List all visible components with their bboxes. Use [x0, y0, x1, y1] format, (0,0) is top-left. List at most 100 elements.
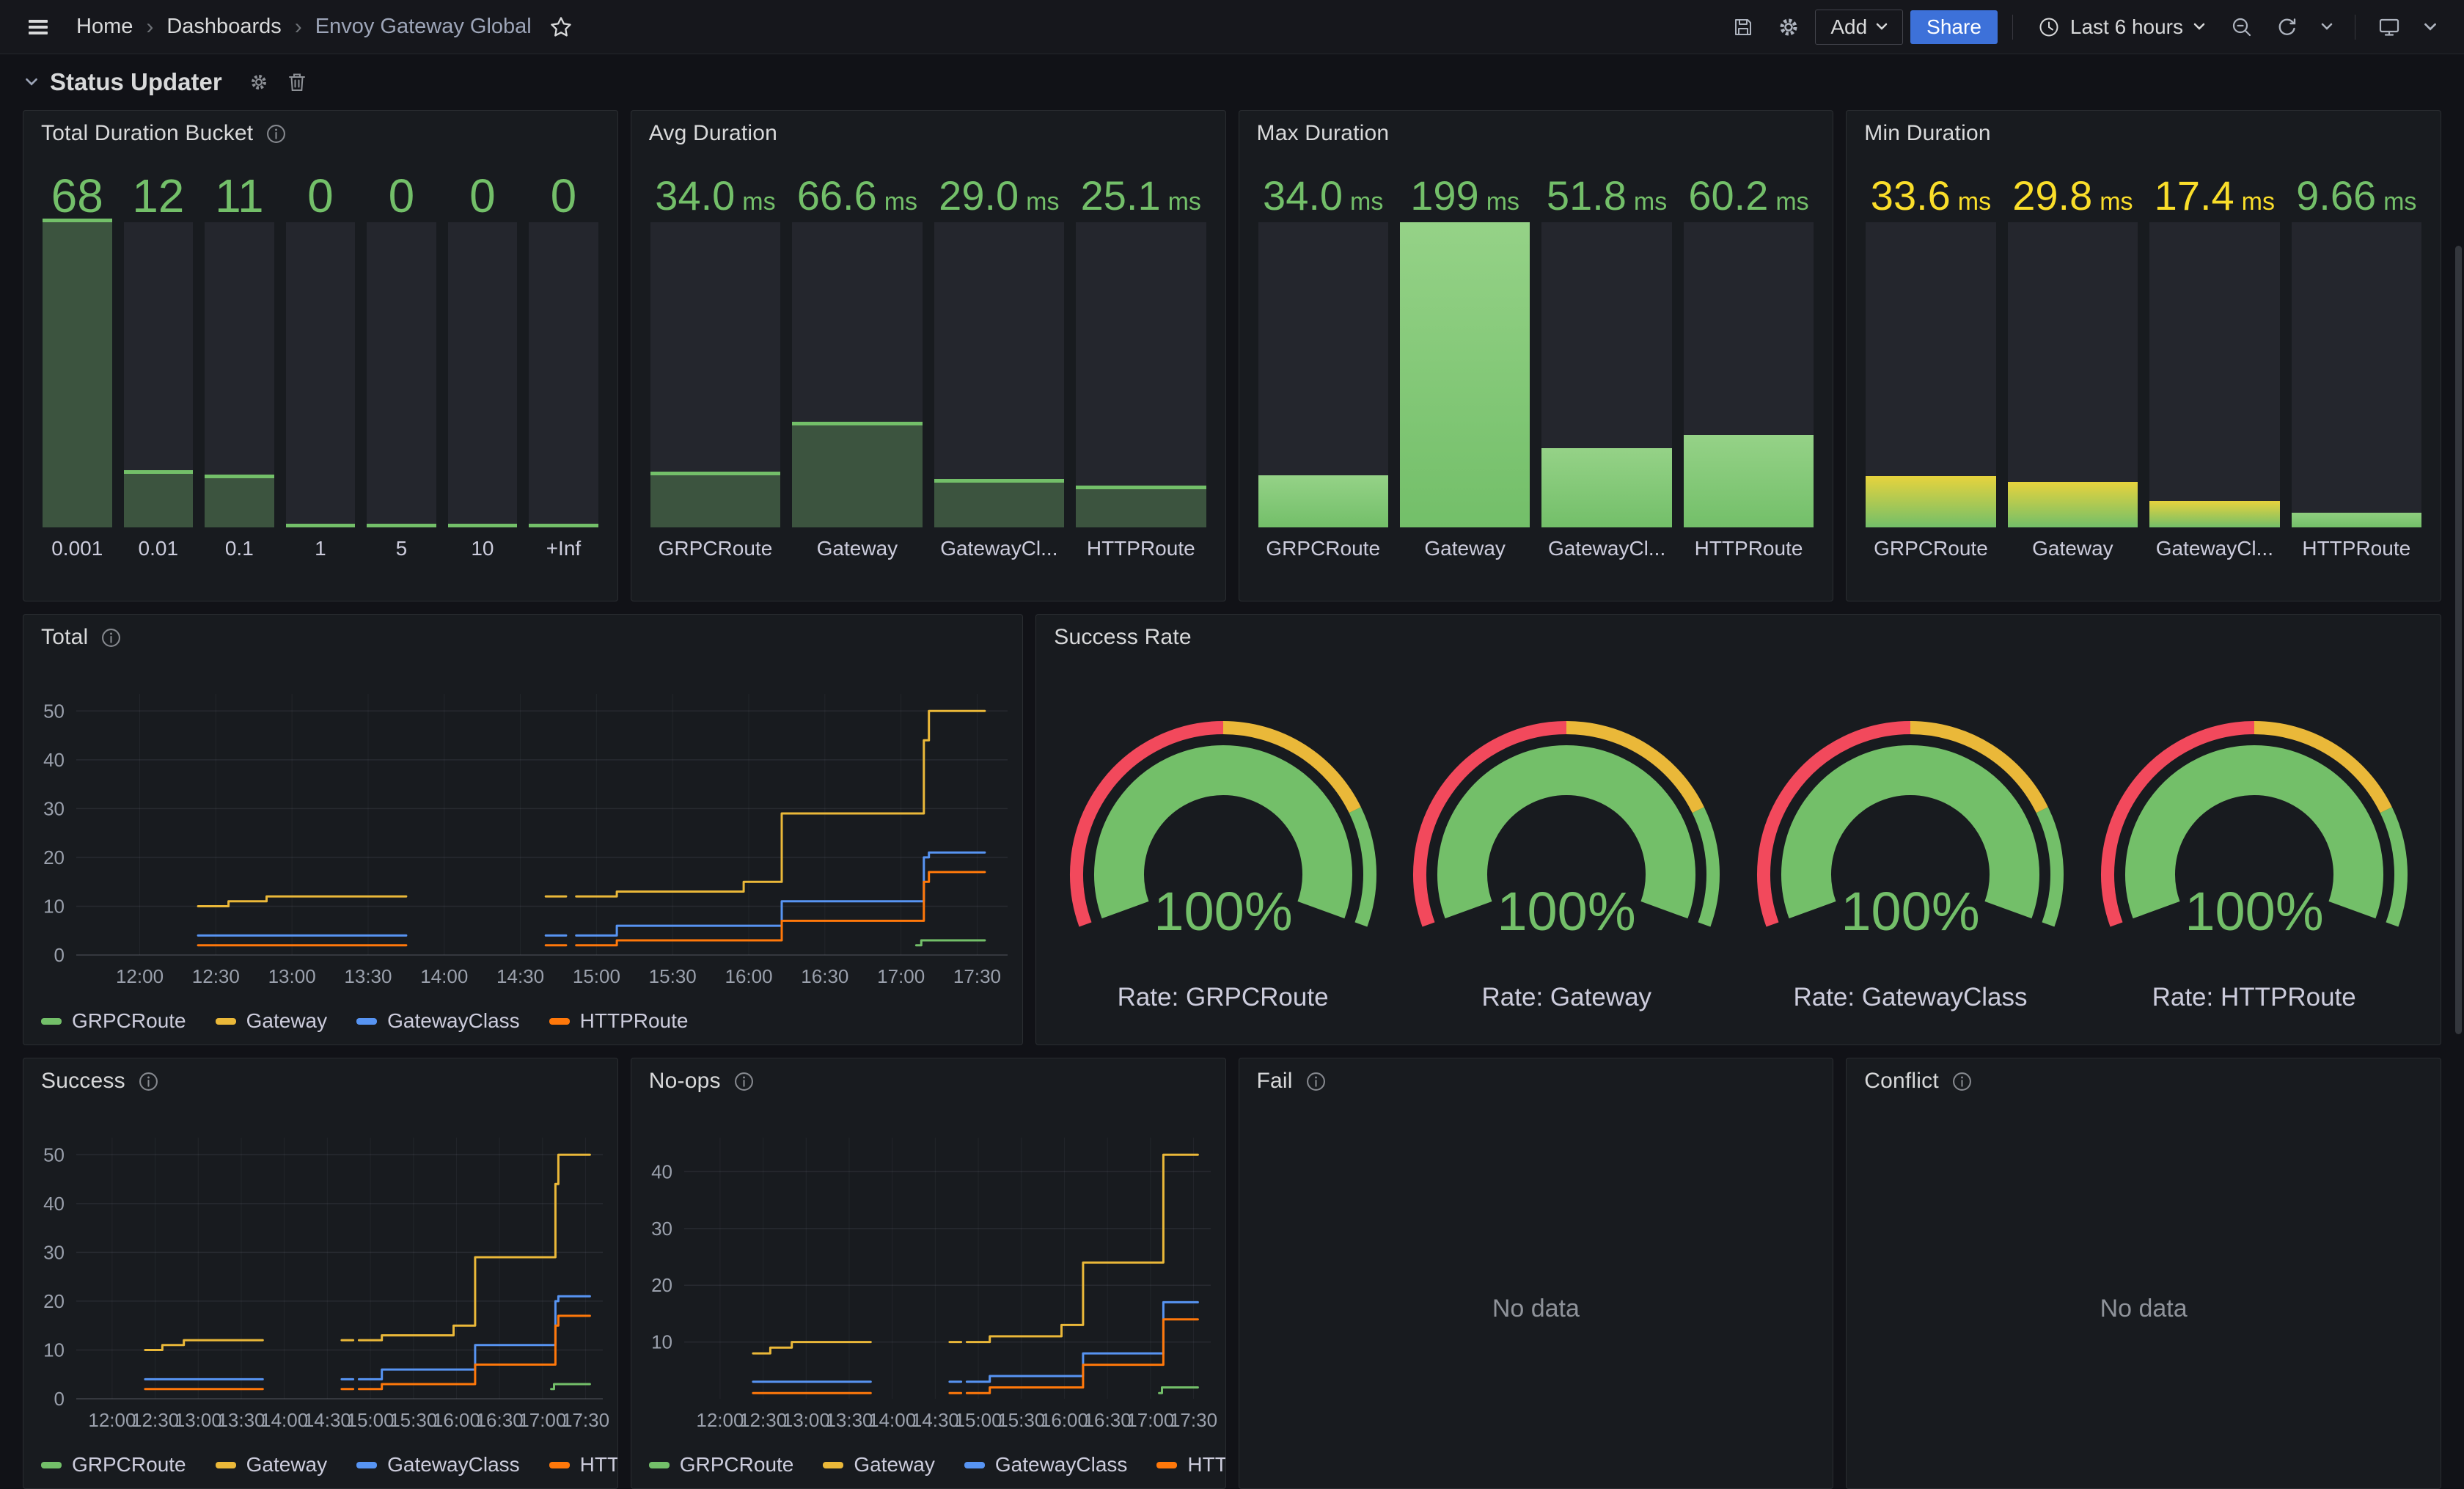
- legend-swatch: [356, 1462, 377, 1468]
- bar-gauge-value: 60.2ms: [1684, 172, 1814, 219]
- bar-gauge-unit: ms: [2100, 178, 2133, 225]
- breadcrumb-home[interactable]: Home: [76, 15, 133, 39]
- x-axis-tick-label: 12:00: [88, 1409, 136, 1431]
- bar-gauge-track: [1258, 222, 1388, 527]
- legend-item-HTTPRoute[interactable]: HTTPRoute: [1156, 1453, 1225, 1477]
- bar-gauge-unit: ms: [1634, 178, 1667, 225]
- dashboard-settings-gear-icon[interactable]: [1770, 8, 1808, 46]
- legend-item-HTTPRoute[interactable]: HTTPRoute: [549, 1009, 689, 1033]
- add-button-label: Add: [1830, 15, 1867, 39]
- refresh-interval-chevron-icon[interactable]: [2314, 8, 2340, 46]
- panel-header[interactable]: Total Duration Bucket: [41, 121, 286, 146]
- info-icon[interactable]: [1952, 1072, 1972, 1091]
- panel-header[interactable]: Total: [41, 625, 121, 650]
- share-button[interactable]: Share: [1910, 10, 1998, 44]
- x-axis-tick-label: 16:00: [1041, 1409, 1088, 1431]
- bar-gauge-column: 33.6msGRPCRoute: [1866, 172, 1995, 563]
- bar-gauge-track: [1684, 222, 1814, 527]
- info-icon[interactable]: [139, 1072, 158, 1091]
- clock-icon: [2038, 16, 2060, 38]
- legend-swatch: [356, 1018, 377, 1025]
- page-scrollbar-thumb[interactable]: [2455, 246, 2462, 1034]
- x-axis-tick-label: 15:30: [649, 965, 697, 987]
- legend-item-GRPCRoute[interactable]: GRPCRoute: [41, 1453, 186, 1477]
- bar-gauge-track: [2149, 222, 2279, 527]
- zoom-out-icon[interactable]: [2223, 8, 2261, 46]
- x-axis-tick-label: 16:30: [1083, 1409, 1131, 1431]
- panel-header[interactable]: Conflict: [1864, 1069, 1972, 1094]
- x-axis-tick-label: 17:00: [1126, 1409, 1174, 1431]
- bar-gauge-fill: [2008, 482, 2138, 527]
- noops-chart[interactable]: 12:0012:3013:0013:3014:0014:3015:0015:30…: [640, 1102, 1217, 1434]
- panel-header[interactable]: Success Rate: [1054, 625, 1191, 650]
- time-range-picker[interactable]: Last 6 hours: [2028, 10, 2215, 44]
- legend-item-HTTPRoute[interactable]: HTTPRoute: [549, 1453, 618, 1477]
- favorite-star-icon[interactable]: [545, 11, 577, 43]
- total-chart[interactable]: 12:0012:3013:0013:3014:0014:3015:0015:30…: [32, 659, 1013, 990]
- breadcrumb-dashboards[interactable]: Dashboards: [166, 15, 281, 39]
- bar-gauge-group: 34.0msGRPCRoute66.6msGateway29.0msGatewa…: [650, 172, 1206, 563]
- hamburger-menu-icon[interactable]: [19, 8, 57, 46]
- bar-gauge-value: 29.8ms: [2008, 172, 2138, 219]
- panel-header[interactable]: No-ops: [649, 1069, 754, 1094]
- panel-header[interactable]: Success: [41, 1069, 158, 1094]
- legend-item-GRPCRoute[interactable]: GRPCRoute: [41, 1009, 186, 1033]
- bar-gauge-label: +Inf: [529, 535, 598, 563]
- bar-gauge-value: 66.6ms: [792, 172, 922, 219]
- bar-gauge-track: [367, 222, 436, 527]
- bar-gauge-column: 29.8msGateway: [2008, 172, 2138, 563]
- legend-item-Gateway[interactable]: Gateway: [823, 1453, 935, 1477]
- info-icon[interactable]: [101, 628, 121, 648]
- x-axis-tick-label: 13:00: [175, 1409, 222, 1431]
- panel-avg-duration: Avg Duration 34.0msGRPCRoute66.6msGatewa…: [631, 110, 1226, 601]
- toolbar-divider: [2012, 15, 2013, 40]
- panel-max-duration: Max Duration 34.0msGRPCRoute199msGateway…: [1239, 110, 1834, 601]
- legend-swatch: [823, 1462, 843, 1468]
- legend-swatch: [549, 1462, 570, 1468]
- save-dashboard-icon[interactable]: [1724, 8, 1762, 46]
- legend-item-GatewayClass[interactable]: GatewayClass: [356, 1009, 520, 1033]
- info-icon[interactable]: [1306, 1072, 1326, 1091]
- info-icon[interactable]: [734, 1072, 754, 1091]
- info-icon[interactable]: [266, 124, 286, 144]
- bar-gauge-fill: [43, 219, 112, 527]
- panel-header[interactable]: Min Duration: [1864, 121, 1990, 146]
- bar-gauge-column: 66.6msGateway: [792, 172, 922, 563]
- bar-gauge-value: 0: [448, 172, 518, 219]
- gauge-label: Rate: GatewayClass: [1793, 983, 2027, 1012]
- gauge-value: 100%: [1154, 881, 1292, 942]
- toolbar-more-chevron-icon[interactable]: [2416, 8, 2445, 46]
- bar-gauge-label: GatewayCl...: [2149, 535, 2279, 563]
- row-settings-gear-icon[interactable]: [243, 66, 275, 98]
- legend-item-GatewayClass[interactable]: GatewayClass: [356, 1453, 520, 1477]
- kiosk-monitor-icon[interactable]: [2370, 8, 2408, 46]
- legend-swatch: [964, 1462, 985, 1468]
- gauge-label: Rate: GRPCRoute: [1118, 983, 1329, 1012]
- legend-item-Gateway[interactable]: Gateway: [216, 1009, 328, 1033]
- bar-gauge-unit: ms: [1168, 178, 1201, 225]
- bar-gauge-value: 0: [367, 172, 436, 219]
- row-collapse-toggle[interactable]: Status Updater: [25, 68, 222, 96]
- chevron-down-icon: [2193, 23, 2205, 31]
- panel-title: Success Rate: [1054, 625, 1191, 650]
- add-button[interactable]: Add: [1815, 10, 1903, 45]
- panel-header[interactable]: Fail: [1257, 1069, 1326, 1094]
- refresh-icon[interactable]: [2268, 8, 2306, 46]
- bar-gauge-unit: ms: [1958, 178, 1991, 225]
- chart-legend: GRPCRoute Gateway GatewayClass HTTPRoute: [649, 1453, 1226, 1477]
- row-delete-trash-icon[interactable]: [281, 66, 313, 98]
- chart-legend: GRPCRoute Gateway GatewayClass HTTPRoute: [41, 1009, 688, 1033]
- legend-item-GatewayClass[interactable]: GatewayClass: [964, 1453, 1128, 1477]
- legend-label: Gateway: [246, 1453, 328, 1477]
- panel-header[interactable]: Max Duration: [1257, 121, 1390, 146]
- y-axis-tick-label: 40: [43, 749, 65, 771]
- bar-gauge-unit: ms: [742, 178, 775, 225]
- legend-item-Gateway[interactable]: Gateway: [216, 1453, 328, 1477]
- x-axis-tick-label: 15:30: [997, 1409, 1045, 1431]
- success-chart[interactable]: 12:0012:3013:0013:3014:0014:3015:0015:30…: [32, 1102, 609, 1434]
- panel-header[interactable]: Avg Duration: [649, 121, 777, 146]
- breadcrumb-separator: ›: [146, 15, 153, 40]
- legend-item-GRPCRoute[interactable]: GRPCRoute: [649, 1453, 794, 1477]
- gauge: 100% Rate: GRPCRoute: [1051, 666, 1395, 1030]
- gauge-value: 100%: [1497, 881, 1636, 942]
